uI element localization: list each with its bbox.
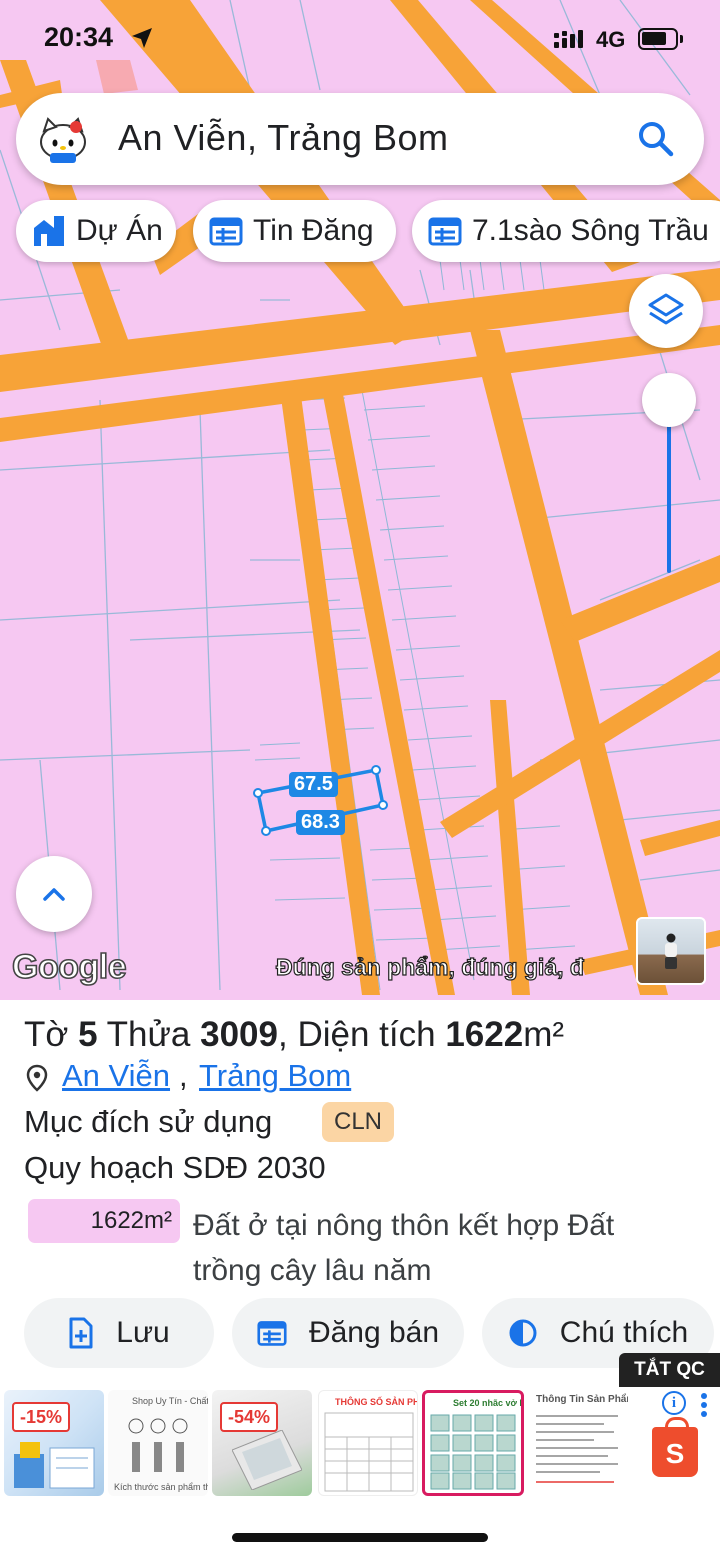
opacity-slider-track[interactable] [667, 425, 671, 573]
location-separator: , [179, 1058, 188, 1093]
search-bar[interactable]: An Viễn, Trảng Bom [16, 93, 704, 185]
measure-top-label: 67.5 [289, 772, 338, 797]
location-pin-icon [26, 1064, 48, 1092]
more-vert-icon[interactable] [700, 1393, 708, 1417]
ad-header: Thông Tin Sản Phẩm [536, 1394, 628, 1405]
person-icon [665, 933, 677, 969]
parcel-title: Tờ 5 Thửa 3009, Diện tích 1622m² [24, 1015, 564, 1055]
battery-icon [638, 28, 683, 50]
listing-icon [257, 1321, 287, 1346]
district-link[interactable]: Trảng Bom [199, 1058, 351, 1094]
ad-caption: Kích thước sản phẩm tham khảo [114, 1482, 208, 1492]
measure-bottom-label: 68.3 [296, 810, 345, 835]
chip-tin-dang[interactable]: Tin Đăng [193, 200, 396, 262]
post-sale-button[interactable]: Đăng bán [232, 1298, 464, 1368]
map-view[interactable]: 67.5 68.3 20:34 4G An Viễn, Trảng Bom Dự… [0, 0, 720, 1000]
save-button[interactable]: Lưu [24, 1298, 214, 1368]
product-image [14, 1442, 95, 1489]
home-indicator[interactable] [232, 1533, 488, 1542]
ad-product-2[interactable]: Shop Uy Tín - Chất Lượng Kích thước sản … [108, 1390, 208, 1496]
discount-badge: -15% [12, 1402, 71, 1432]
chip-du-an[interactable]: Dự Án [16, 200, 176, 262]
save-icon [69, 1317, 93, 1349]
ad-product-4[interactable]: THÔNG SỐ SẢN PHẨM [318, 1390, 418, 1496]
product-details [536, 1415, 618, 1483]
status-time: 20:34 [44, 22, 114, 52]
product-image [128, 1418, 188, 1472]
search-input[interactable]: An Viễn, Trảng Bom [118, 117, 449, 159]
area-label: Diện tích [297, 1015, 436, 1054]
layers-button[interactable] [629, 274, 703, 348]
ad-banner[interactable]: -15% Shop Uy Tín - Chất Lượng Kích thước… [0, 1387, 720, 1499]
signal-icon [554, 30, 583, 48]
status-bar: 20:34 4G [0, 0, 720, 80]
spec-table [324, 1412, 414, 1492]
shopee-logo[interactable]: S [652, 1417, 698, 1477]
google-logo: Google [11, 947, 127, 987]
sheet-number: 5 [78, 1015, 98, 1054]
location-arrow-icon [132, 28, 152, 48]
opacity-slider-knob[interactable] [642, 373, 696, 427]
plot-label: Thửa [106, 1015, 191, 1054]
search-icon[interactable] [636, 119, 676, 159]
expand-panel-button[interactable] [16, 856, 92, 932]
chip-label: Dự Án [76, 214, 163, 247]
layers-icon [648, 293, 684, 325]
ad-product-6[interactable]: Thông Tin Sản Phẩm [528, 1390, 628, 1496]
map-caption: Đúng sản phẩm, đúng giá, đ [275, 953, 584, 980]
ad-header: Shop Uy Tín - Chất Lượng [132, 1396, 208, 1406]
planning-label: Quy hoạch SDĐ 2030 [24, 1150, 326, 1185]
post-sale-label: Đăng bán [308, 1316, 440, 1349]
streetview-thumbnail[interactable] [636, 917, 706, 985]
title-comma: , [278, 1015, 288, 1054]
commune-link[interactable]: An Viễn [62, 1058, 170, 1094]
ad-product-3[interactable]: -54% [212, 1390, 312, 1496]
purpose-label: Mục đích sử dụng [24, 1104, 273, 1139]
planning-area-swatch: 1622m² [28, 1199, 180, 1243]
legend-label: Chú thích [559, 1316, 689, 1349]
purpose-badge: CLN [322, 1102, 395, 1142]
area-value: 1622 [445, 1015, 524, 1054]
chip-listing-song-trau[interactable]: 7.1sào Sông Trầu [412, 200, 720, 262]
sheet-label: Tờ [24, 1015, 69, 1054]
chevron-up-icon [43, 888, 65, 901]
ad-header: Set 20 nhãc vở khác nhau [453, 1398, 524, 1408]
close-ad-button[interactable]: TẮT QC [619, 1353, 720, 1387]
area-unit: m² [523, 1015, 565, 1054]
legend-icon [509, 1319, 537, 1347]
ad-product-1[interactable]: -15% [4, 1390, 104, 1496]
listing-icon [428, 217, 462, 246]
building-icon [34, 216, 64, 246]
chip-label: Tin Đăng [253, 214, 374, 247]
plot-number: 3009 [200, 1015, 278, 1054]
ad-info-icon[interactable]: i [662, 1391, 686, 1415]
discount-badge: -54% [220, 1402, 279, 1432]
network-type: 4G [596, 27, 626, 52]
product-image [232, 1430, 302, 1490]
chip-label: 7.1sào Sông Trầu [472, 214, 709, 247]
product-grid [430, 1414, 516, 1490]
avatar-icon[interactable] [38, 115, 88, 165]
save-label: Lưu [116, 1316, 170, 1349]
planning-description: Đất ở tại nông thôn kết hợp Đất trồng câ… [193, 1209, 615, 1287]
listing-icon [209, 217, 243, 246]
ad-product-5[interactable]: Set 20 nhãc vở khác nhau [422, 1390, 524, 1496]
ad-header: THÔNG SỐ SẢN PHẨM [335, 1397, 417, 1407]
